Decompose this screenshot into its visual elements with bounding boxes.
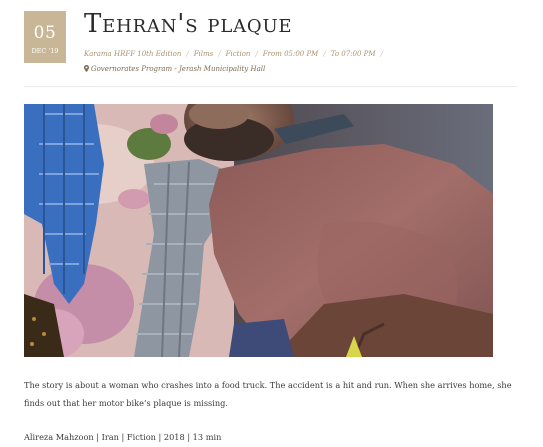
film-still-illustration [24,104,493,357]
film-still-image [24,104,493,357]
meta-separator: / [380,50,383,58]
event-date-month: DEC '19 [31,47,59,55]
meta-category-link[interactable]: Films [194,50,214,58]
map-marker-icon [84,65,89,72]
meta-separator: / [323,50,326,58]
meta-edition-link[interactable]: Karama HRFF 10th Edition [84,50,181,58]
event-location-text: Governorates Program - Jerash Municipali… [91,65,266,73]
meta-separator: / [186,50,189,58]
meta-separator: / [255,50,258,58]
meta-start-time: From 05:00 PM [262,50,319,58]
meta-end-time: To 07:00 PM [330,50,376,58]
header-divider [24,86,517,87]
event-meta: Karama HRFF 10th Edition / Films / Fiction / F… [84,49,388,59]
event-title: Tehran's plaque [84,9,293,39]
event-description: The story is about a woman who crashes i… [24,380,512,408]
event-location: Governorates Program - Jerash Municipali… [84,64,265,74]
event-credits: Alireza Mahzoon | Iran | Fiction | 2018 … [24,432,222,442]
meta-genre-link[interactable]: Fiction [226,50,251,58]
event-date-day: 05 [33,23,57,43]
meta-separator: / [218,50,221,58]
event-date-badge: 05 DEC '19 [24,11,66,63]
